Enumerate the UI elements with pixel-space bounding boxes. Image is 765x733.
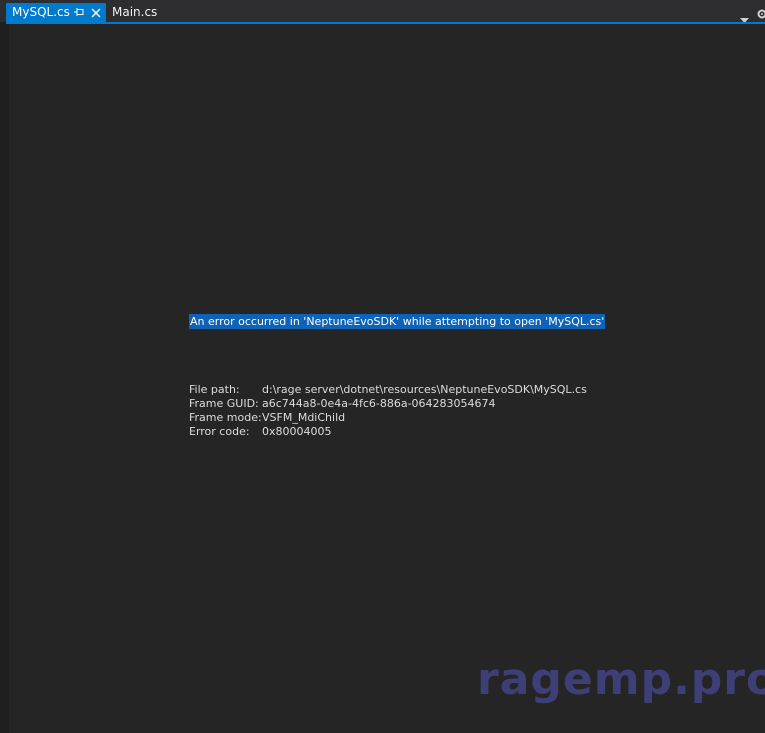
detail-value: d:\rage server\dotnet\resources\NeptuneE… [262,383,587,396]
detail-file-path: File path: d:\rage server\dotnet\resource… [189,383,587,397]
detail-key: Frame mode: [189,411,262,424]
editor-content [9,24,765,733]
tab-main-cs[interactable]: Main.cs [107,3,167,22]
detail-frame-guid: Frame GUID: a6c744a8-0e4a-4fc6-886a-06428… [189,397,587,411]
detail-value: VSFM_MdiChild [262,411,346,424]
tab-label: MySQL.cs [12,5,70,19]
watermark: ragemp.pro [477,654,765,705]
tab-mysql-cs[interactable]: MySQL.cs [6,3,106,22]
error-message: An error occurred in 'NeptuneEvoSDK' whi… [189,314,606,329]
chevron-down-icon[interactable] [740,9,749,23]
pin-icon[interactable] [73,6,85,18]
gear-icon[interactable] [756,5,765,19]
detail-key: Error code: [189,425,250,438]
error-details: File path: d:\rage server\dotnet\resource… [189,383,587,439]
detail-key: Frame GUID: [189,397,259,410]
detail-value: 0x80004005 [262,425,332,438]
editor-window: MySQL.cs Main.cs An error occurred in 'N… [0,0,765,733]
tab-label: Main.cs [112,5,158,19]
detail-key: File path: [189,383,240,396]
detail-value: a6c744a8-0e4a-4fc6-886a-064283054674 [262,397,496,410]
close-icon[interactable] [91,7,101,18]
detail-frame-mode: Frame mode:VSFM_MdiChild [189,411,587,425]
detail-error-code: Error code: 0x80004005 [189,425,587,439]
document-tab-strip: MySQL.cs Main.cs [0,0,765,23]
